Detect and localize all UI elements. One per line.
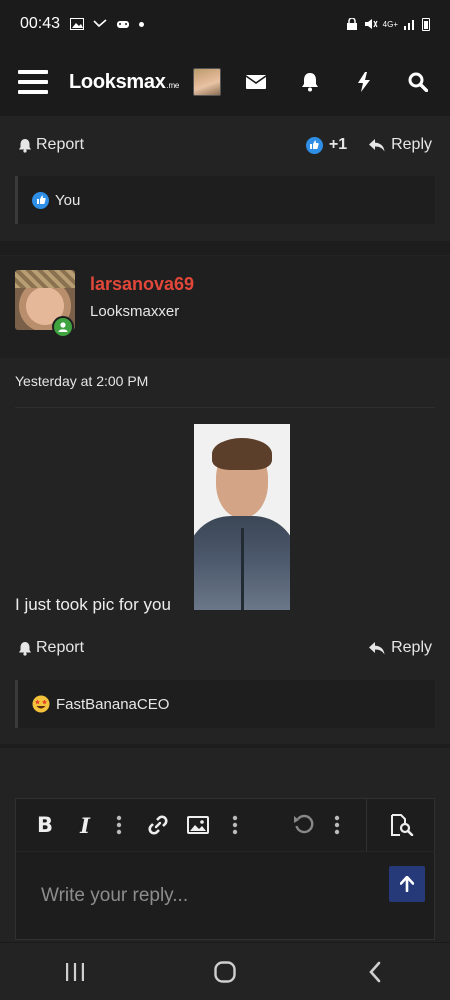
bell-icon bbox=[19, 138, 31, 153]
reply-button[interactable]: Reply bbox=[369, 639, 432, 657]
like-icon bbox=[305, 136, 323, 154]
site-logo[interactable]: Looksmax.me bbox=[69, 71, 179, 94]
account-avatar[interactable] bbox=[192, 68, 221, 96]
send-reply-button[interactable] bbox=[389, 866, 425, 902]
like-count: +1 bbox=[328, 136, 348, 153]
app-header: Looksmax.me bbox=[0, 48, 450, 116]
preview-icon bbox=[390, 814, 413, 836]
post-date[interactable]: Yesterday at 2:00 PM bbox=[15, 373, 148, 389]
preview-button[interactable] bbox=[366, 799, 436, 851]
date-separator bbox=[15, 407, 435, 408]
reply-arrow-icon bbox=[369, 138, 385, 151]
status-time: 00:43 bbox=[20, 15, 61, 32]
mute-icon bbox=[364, 19, 378, 29]
post-actions-row: Report Reply bbox=[0, 628, 450, 668]
report-label: Report bbox=[36, 639, 85, 656]
reply-input[interactable] bbox=[16, 851, 436, 939]
online-status-icon bbox=[52, 316, 74, 338]
link-icon[interactable] bbox=[146, 799, 170, 851]
post-user-header bbox=[0, 256, 450, 358]
arrow-up-icon bbox=[400, 876, 414, 892]
bell-icon[interactable] bbox=[300, 72, 320, 92]
search-icon[interactable] bbox=[408, 72, 428, 92]
like-counter[interactable]: +1 bbox=[305, 136, 348, 154]
reply-button[interactable]: Reply bbox=[369, 136, 432, 154]
star-eyes-emoji-icon bbox=[32, 695, 50, 713]
reactions-summary[interactable]: FastBananaCEO bbox=[15, 680, 435, 728]
system-nav-bar bbox=[0, 942, 450, 1000]
reaction-user: FastBananaCEO bbox=[56, 695, 170, 713]
post-divider bbox=[0, 241, 450, 255]
back-icon[interactable] bbox=[355, 952, 395, 992]
reply-label: Reply bbox=[391, 136, 432, 153]
signal-icon bbox=[404, 20, 414, 30]
reply-arrow-icon bbox=[369, 641, 385, 654]
reply-label: Reply bbox=[391, 639, 432, 656]
post-actions-row: Report +1 Reply bbox=[0, 125, 450, 165]
post-divider bbox=[0, 744, 450, 748]
battery-icon bbox=[422, 17, 430, 31]
image-icon[interactable] bbox=[186, 799, 210, 851]
logo-suffix: .me bbox=[166, 80, 180, 90]
post-image[interactable] bbox=[194, 424, 290, 610]
home-icon[interactable] bbox=[205, 952, 245, 992]
lock-icon bbox=[346, 18, 357, 30]
bell-icon bbox=[19, 641, 31, 656]
user-title: Looksmaxxer bbox=[90, 303, 180, 320]
report-button[interactable]: Report bbox=[18, 136, 84, 154]
report-button[interactable]: Report bbox=[18, 639, 84, 657]
undo-icon[interactable] bbox=[292, 799, 316, 851]
more-insert-options-icon[interactable] bbox=[230, 799, 240, 851]
notification-dot-icon bbox=[139, 21, 145, 27]
italic-button[interactable]: I bbox=[74, 799, 96, 851]
post-message: I just took pic for you bbox=[15, 595, 171, 614]
more-text-options-icon[interactable] bbox=[114, 799, 124, 851]
bold-button[interactable]: B bbox=[34, 799, 56, 851]
status-bar: 00:43 4G+ bbox=[0, 0, 450, 48]
like-reaction-icon bbox=[32, 191, 49, 209]
envelope-icon[interactable] bbox=[246, 72, 266, 92]
report-label: Report bbox=[36, 136, 85, 153]
editor-toolbar: B I bbox=[16, 799, 436, 851]
network-type: 4G+ bbox=[382, 19, 398, 29]
gallery-notification-icon bbox=[70, 18, 85, 30]
reply-editor: B I bbox=[15, 798, 436, 940]
reaction-user: You bbox=[55, 191, 81, 209]
menu-icon[interactable] bbox=[18, 70, 48, 94]
missed-call-icon bbox=[93, 19, 107, 28]
lightning-icon[interactable] bbox=[354, 72, 374, 92]
recent-apps-icon[interactable] bbox=[55, 952, 95, 992]
username[interactable]: larsanova69 bbox=[90, 274, 194, 295]
game-controller-icon bbox=[117, 21, 130, 28]
logo-main: Looksmax bbox=[69, 70, 166, 93]
more-history-options-icon[interactable] bbox=[332, 799, 342, 851]
reactions-summary[interactable]: You bbox=[15, 176, 435, 224]
